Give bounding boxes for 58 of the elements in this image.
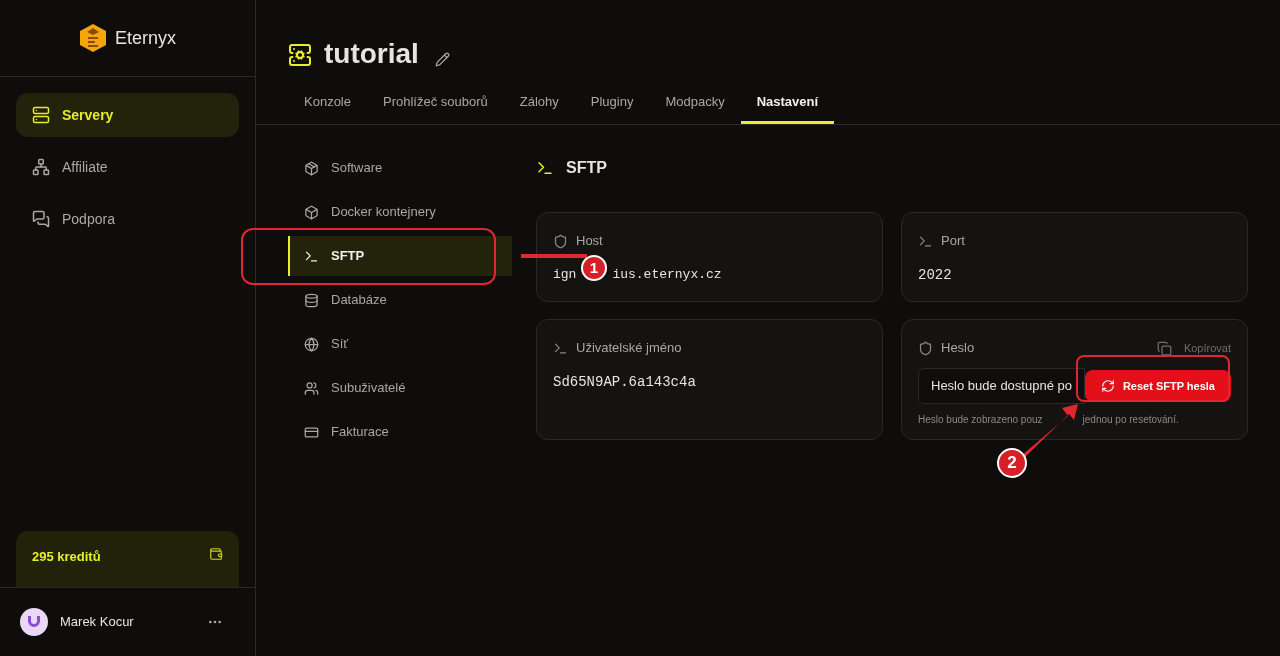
copy-button[interactable]: Kopírovat bbox=[1156, 339, 1231, 357]
reset-password-button[interactable]: Reset SFTP hesla bbox=[1084, 370, 1231, 402]
tab[interactable]: Nastavení bbox=[740, 83, 835, 124]
nav-icon bbox=[304, 204, 319, 220]
user-name: Marek Kocur bbox=[60, 613, 135, 632]
nav-icon bbox=[304, 292, 319, 308]
nav-icon bbox=[304, 160, 319, 176]
logo-icon bbox=[79, 23, 107, 53]
password-hint: Heslo bude zobrazeno pouz bbox=[918, 413, 1043, 427]
card-label: Host bbox=[576, 232, 603, 251]
settings-nav-item[interactable]: Docker kontejnery bbox=[288, 192, 512, 232]
settings-nav-item[interactable]: Síť bbox=[288, 324, 512, 364]
password-field[interactable]: Heslo bude dostupné po bbox=[918, 368, 1085, 404]
wallet-icon bbox=[209, 547, 223, 561]
terminal-icon bbox=[553, 340, 568, 356]
sidebar-item[interactable]: Affiliate bbox=[16, 145, 239, 189]
credits-card[interactable]: 295 kreditů bbox=[16, 531, 239, 587]
nav-icon bbox=[32, 210, 50, 228]
tab[interactable]: Prohlížeč souborů bbox=[367, 83, 504, 124]
brand-name: Eternyx bbox=[115, 26, 176, 50]
terminal-icon bbox=[536, 159, 554, 177]
tab[interactable]: Konzole bbox=[288, 83, 367, 124]
username-value: Sd65N9AP.6a143c4a bbox=[553, 372, 697, 392]
host-value: ius.eternyx.cz bbox=[612, 266, 722, 285]
credits-label: 295 kreditů bbox=[32, 548, 101, 566]
nav-icon bbox=[32, 158, 50, 176]
terminal-icon bbox=[918, 233, 933, 249]
sidebar-item[interactable]: Podpora bbox=[16, 197, 239, 241]
settings-nav-item[interactable]: Databáze bbox=[288, 280, 512, 320]
edit-icon[interactable] bbox=[434, 52, 450, 67]
refresh-icon bbox=[1100, 379, 1115, 393]
port-value: 2022 bbox=[918, 265, 953, 285]
nav-icon bbox=[304, 380, 319, 396]
section-title: SFTP bbox=[566, 158, 607, 178]
shield-icon bbox=[918, 340, 933, 356]
settings-nav-item[interactable]: Fakturace bbox=[288, 412, 512, 452]
avatar bbox=[20, 608, 48, 636]
tab[interactable]: Modpacky bbox=[649, 83, 741, 124]
settings-nav-item[interactable]: Software bbox=[288, 148, 512, 188]
nav-icon bbox=[304, 424, 319, 440]
card-label: Uživatelské jméno bbox=[576, 339, 682, 358]
card-label: Heslo bbox=[941, 339, 975, 358]
shield-icon bbox=[553, 233, 568, 249]
password-hint: jednou po resetování. bbox=[1082, 413, 1179, 427]
card-label: Port bbox=[941, 232, 965, 251]
server-settings-icon bbox=[288, 43, 312, 67]
nav-icon bbox=[32, 106, 50, 124]
tab[interactable]: Pluginy bbox=[574, 83, 650, 124]
step-number: 2 bbox=[997, 448, 1027, 478]
sidebar-item[interactable]: Servery bbox=[16, 93, 239, 137]
host-value: ign bbox=[553, 266, 577, 285]
tab[interactable]: Zálohy bbox=[503, 83, 575, 124]
nav-icon bbox=[304, 248, 319, 264]
copy-icon bbox=[1156, 340, 1172, 356]
page-title: tutorial bbox=[324, 37, 419, 71]
settings-nav-item[interactable]: Subuživatelé bbox=[288, 368, 512, 408]
nav-icon bbox=[304, 336, 319, 352]
settings-nav-item[interactable]: SFTP bbox=[288, 236, 512, 276]
